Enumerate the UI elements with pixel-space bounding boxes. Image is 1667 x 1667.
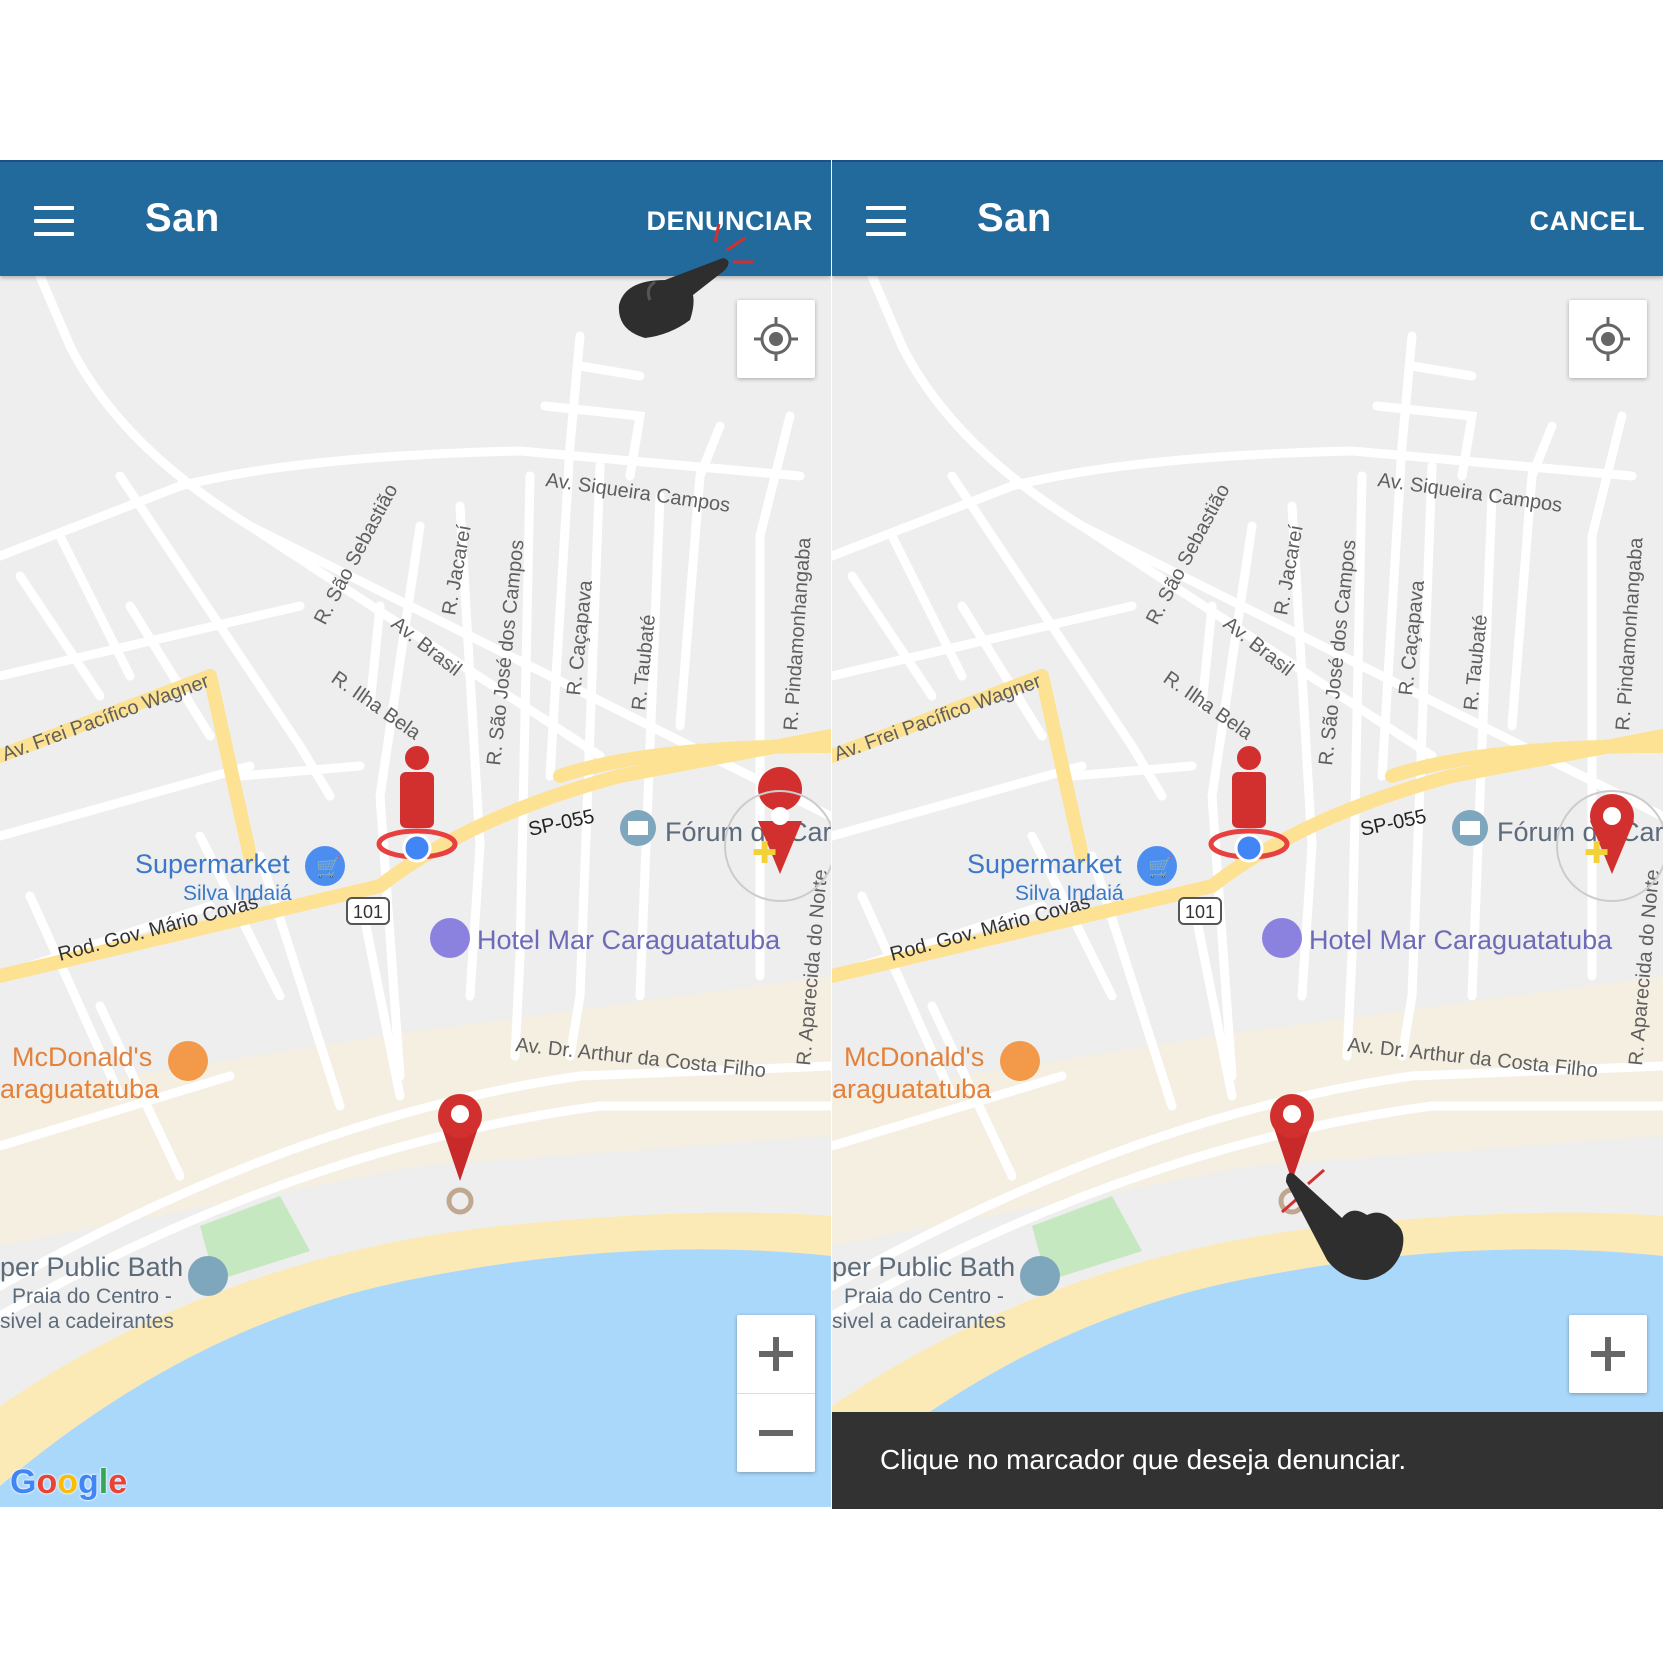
public-bath-label: per Public Bath [0,1252,183,1282]
map-canvas[interactable]: Av. Siqueira Campos R. São Sebastião R. … [0,276,831,1507]
map-view[interactable]: Av. Siqueira Campos R. São Sebastião R. … [0,276,831,1507]
hotel-label: Hotel Mar Caraguatatuba [1309,925,1613,955]
right-screen: San CANCEL Av. Siqueira Campos R. São Se… [832,160,1663,1509]
supermarket-label: Supermarket [967,849,1122,879]
svg-text:Praia do Centro -: Praia do Centro - [844,1285,1004,1308]
crosshair-icon [1586,317,1630,361]
plus-icon [759,1337,793,1371]
svg-text:araguatatuba: araguatatuba [832,1074,992,1104]
zoom-in-button[interactable] [737,1315,815,1393]
hotel-label: Hotel Mar Caraguatatuba [477,925,781,955]
svg-text:✚: ✚ [752,837,777,870]
forum-label: Fórum de Car [1497,817,1663,847]
minus-icon [759,1430,793,1436]
left-screen: San DENUNCIAR Av. Siqueira Campos R. São… [0,160,831,1507]
svg-text:🛒: 🛒 [316,855,341,879]
svg-text:Praia do Centro -: Praia do Centro - [12,1285,172,1308]
svg-text:araguatatuba: araguatatuba [0,1074,160,1104]
zoom-controls [1569,1315,1647,1393]
app-title: San [145,196,220,240]
app-bar: San CANCEL [832,160,1663,276]
app-title: San [977,196,1052,240]
google-logo: Google [10,1463,128,1501]
svg-text:✚: ✚ [1584,837,1609,870]
my-location-button[interactable] [1569,300,1647,378]
mcdonalds-label: McDonald's [12,1042,152,1072]
hamburger-menu-icon[interactable] [34,206,74,236]
pointing-hand-icon [618,223,753,338]
mcdonalds-label: McDonald's [844,1042,984,1072]
zoom-in-button[interactable] [1569,1315,1647,1393]
public-bath-label: per Public Bath [832,1252,1015,1282]
hamburger-menu-icon[interactable] [866,206,906,236]
svg-text:Silva Indaiá: Silva Indaiá [1015,882,1124,905]
map-view[interactable]: Av. Siqueira Campos R. São Sebastião R. … [832,276,1663,1509]
route-shield: 101 [1185,902,1215,922]
zoom-controls [737,1315,815,1472]
pointing-hand-icon [1281,1168,1404,1280]
plus-icon [1591,1337,1625,1371]
supermarket-label: Supermarket [135,849,290,879]
route-shield: 101 [353,902,383,922]
svg-text:sivel a cadeirantes: sivel a cadeirantes [0,1310,174,1333]
forum-label: Fórum de Car [665,817,831,847]
snackbar-message: Clique no marcador que deseja denunciar. [880,1444,1407,1475]
cancel-button[interactable]: CANCEL [1530,206,1646,237]
map-canvas[interactable]: Av. Siqueira Campos R. São Sebastião R. … [832,276,1663,1509]
zoom-out-button[interactable] [737,1394,815,1472]
svg-text:sivel a cadeirantes: sivel a cadeirantes [832,1310,1006,1333]
svg-text:Silva Indaiá: Silva Indaiá [183,882,292,905]
svg-text:🛒: 🛒 [1148,855,1173,879]
snackbar: Clique no marcador que deseja denunciar. [832,1412,1663,1509]
